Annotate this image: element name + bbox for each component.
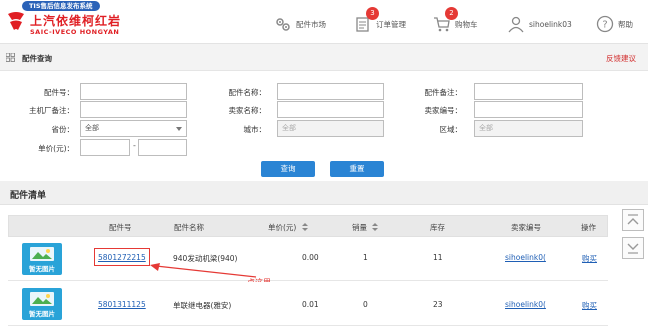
sales: 0 <box>363 300 368 309</box>
grid-icon <box>6 53 15 62</box>
col-action: 操作 <box>581 223 596 232</box>
seller-no-link[interactable]: sihoelink0( <box>505 300 546 309</box>
price-label: 单价(元)： <box>38 144 74 153</box>
no-image-thumbnail: 暂无图片 <box>22 243 62 275</box>
nav-cart[interactable]: 2 购物车 <box>433 7 478 34</box>
svg-text:?: ? <box>602 20 607 31</box>
brand-name-en: SAIC-IVECO HONGYAN <box>30 28 120 36</box>
top-header: TIS售后信息发布系统 上汽依维柯红岩 SAIC-IVECO HONGYAN 配… <box>0 0 648 44</box>
sort-icon <box>372 223 379 231</box>
col-stock: 库存 <box>430 223 445 232</box>
part-note-label: 配件备注： <box>424 88 463 97</box>
col-sales-label: 销量 <box>352 223 367 232</box>
buy-link[interactable]: 购买 <box>582 300 597 311</box>
price-min-input[interactable] <box>80 139 130 156</box>
city-label: 城市： <box>243 125 267 134</box>
sales: 1 <box>363 253 368 262</box>
price-range-separator: - <box>133 141 136 150</box>
province-select[interactable]: 全部 <box>80 120 187 137</box>
no-image-thumbnail: 暂无图片 <box>22 288 62 320</box>
nav-orders-label: 订单管理 <box>376 19 406 29</box>
help-icon: ? <box>596 15 614 33</box>
stock: 23 <box>433 300 443 309</box>
system-badge: TIS售后信息发布系统 <box>22 1 100 11</box>
part-note-input[interactable] <box>474 83 583 100</box>
sort-icon <box>301 223 308 231</box>
city-select-value: 全部 <box>282 124 296 132</box>
nav-user-label: sihoelink03 <box>529 19 572 29</box>
price-max-input[interactable] <box>138 139 187 156</box>
nav-help-label: 帮助 <box>618 19 633 29</box>
nav-cart-label: 购物车 <box>455 19 478 29</box>
seller-no-input[interactable] <box>474 101 583 118</box>
gear-icon <box>274 15 292 33</box>
region-select-value: 全部 <box>479 124 493 132</box>
part-name: 单联继电器(雅安) <box>173 301 232 310</box>
price: 0.01 <box>302 300 319 309</box>
col-part-name: 配件名称 <box>174 223 204 232</box>
cart-count-badge: 2 <box>445 7 458 20</box>
oem-note-label: 主机厂备注： <box>29 106 74 115</box>
section-title: 配件清单 <box>10 191 47 201</box>
reset-button[interactable]: 重置 <box>330 161 384 177</box>
seller-name-label: 卖家名称： <box>228 106 267 115</box>
region-label: 区域： <box>439 125 463 134</box>
table-header: 配件号 配件名称 单价(元) 销量 库存 卖家编号 操作 <box>8 215 608 237</box>
user-icon <box>507 15 525 33</box>
chevron-down-icon <box>176 127 182 131</box>
nav-help[interactable]: ? 帮助 <box>596 14 633 34</box>
nav-parts-market[interactable]: 配件市场 <box>274 14 326 34</box>
brand-logo-icon <box>8 12 24 30</box>
price: 0.00 <box>302 253 319 262</box>
oem-note-input[interactable] <box>80 101 187 118</box>
no-image-label: 暂无图片 <box>29 310 55 318</box>
table-row: 暂无图片 5801311125 单联继电器(雅安) 0.01 0 23 siho… <box>8 282 608 326</box>
part-no-link[interactable]: 5801311125 <box>98 300 146 309</box>
nav-parts-market-label: 配件市场 <box>296 19 326 29</box>
orders-count-badge: 3 <box>366 7 379 20</box>
part-name-label: 配件名称： <box>228 88 267 97</box>
page-toolbar: 配件查询 反馈建议 <box>0 44 648 71</box>
region-select[interactable]: 全部 <box>474 120 583 137</box>
brand-name: 上汽依维柯红岩 <box>30 14 122 28</box>
part-no-label: 配件号： <box>44 88 74 97</box>
stock: 11 <box>433 253 443 262</box>
order-list-icon: 3 <box>354 7 379 33</box>
table-row: 暂无图片 5801272215 940发动机梁(940) 0.00 1 11 s… <box>8 237 608 281</box>
col-sales[interactable]: 销量 <box>352 222 379 233</box>
feedback-link[interactable]: 反馈建议 <box>606 53 636 64</box>
province-select-value: 全部 <box>85 124 99 132</box>
col-seller-no: 卖家编号 <box>511 223 541 232</box>
chevron-down-icon <box>627 243 639 254</box>
col-price-label: 单价(元) <box>268 223 297 232</box>
seller-name-input[interactable] <box>277 101 384 118</box>
seller-no-link[interactable]: sihoelink0( <box>505 253 546 262</box>
col-part-no[interactable]: 配件号 <box>109 222 132 233</box>
no-image-label: 暂无图片 <box>29 265 55 273</box>
part-no-input[interactable] <box>80 83 187 100</box>
col-price[interactable]: 单价(元) <box>268 222 308 233</box>
buy-link[interactable]: 购买 <box>582 253 597 264</box>
seller-no-label: 卖家编号： <box>424 106 463 115</box>
list-section-header: 配件清单 <box>0 181 648 205</box>
page-title: 配件查询 <box>22 54 52 63</box>
scroll-bottom-button[interactable] <box>622 237 644 259</box>
province-label: 省份： <box>51 125 75 134</box>
city-select[interactable]: 全部 <box>277 120 384 137</box>
scroll-top-button[interactable] <box>622 209 644 231</box>
chevron-up-icon <box>627 214 639 225</box>
part-name-input[interactable] <box>277 83 384 100</box>
search-button[interactable]: 查询 <box>261 161 315 177</box>
shopping-cart-icon: 2 <box>433 7 458 33</box>
highlight-box <box>94 248 150 266</box>
nav-user[interactable]: sihoelink03 <box>507 14 572 34</box>
nav-orders[interactable]: 3 订单管理 <box>354 7 406 34</box>
